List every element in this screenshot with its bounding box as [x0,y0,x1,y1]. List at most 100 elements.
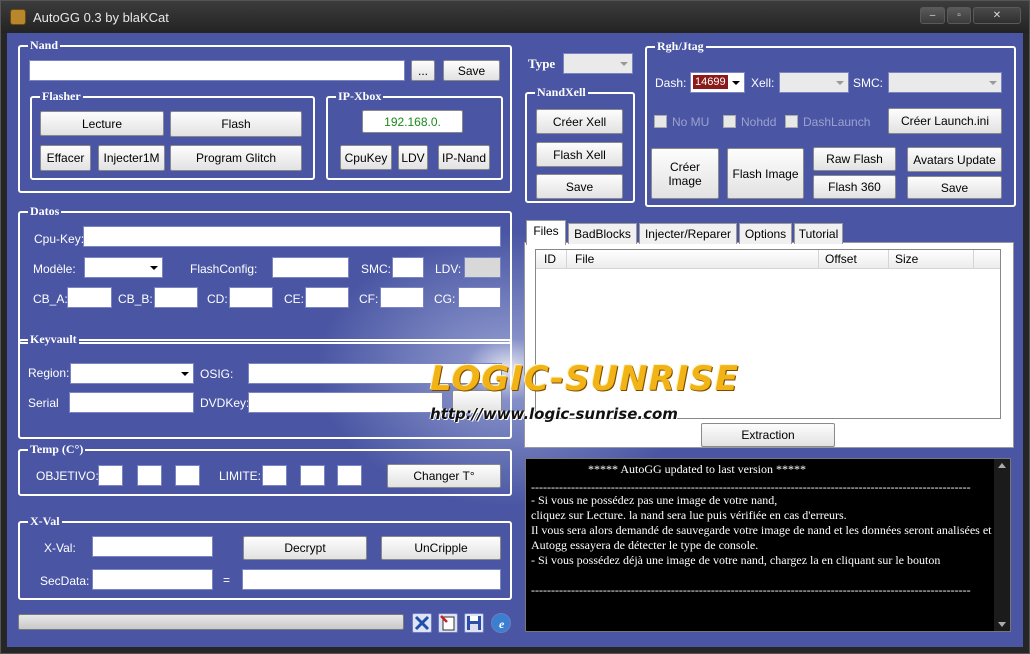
log-console[interactable]: ***** AutoGG updated to last version ***… [525,458,1011,632]
extraction-button[interactable]: Extraction [701,423,835,447]
osig-label: OSIG: [200,367,234,381]
nand-path-input[interactable] [29,60,405,81]
cba-field[interactable] [67,287,112,308]
objetivo-field-3[interactable] [175,465,200,486]
tab-injecter-reparer[interactable]: Injecter/Reparer [639,223,737,244]
console-line: Autogg essayera de détecter le type de c… [531,538,759,552]
chevron-down-icon [989,81,997,85]
xval-legend: X-Val [28,514,62,528]
nandxell-save-button[interactable]: Save [536,174,623,199]
xell-select[interactable] [779,72,849,93]
console-scrollbar[interactable] [994,459,1010,631]
column-id[interactable]: ID [538,250,567,269]
erase-icon[interactable] [438,613,458,633]
minimize-button[interactable]: – [920,7,945,24]
creer-xell-button[interactable]: Créer Xell [536,109,623,134]
progress-bar [18,614,404,630]
creer-image-button[interactable]: Créer Image [651,148,719,199]
xval-field[interactable] [92,536,213,557]
creer-launch-button[interactable]: Créer Launch.ini [888,108,1002,134]
lecture-button[interactable]: Lecture [40,111,164,136]
column-size[interactable]: Size [889,250,974,269]
dash-label: Dash: [655,76,687,90]
decrypt-button[interactable]: Decrypt [243,536,367,560]
maximize-button[interactable]: ▫ [947,7,971,24]
uncripple-button[interactable]: UnCripple [381,536,501,560]
dashlaunch-checkbox[interactable] [785,115,798,128]
tools-icon[interactable] [412,613,432,633]
scroll-up-icon[interactable] [998,463,1006,468]
cbb-field[interactable] [154,287,198,308]
scroll-down-icon[interactable] [998,622,1006,627]
tab-options[interactable]: Options [739,223,792,244]
close-button[interactable]: ✕ [973,7,1021,24]
info-icon[interactable]: e [491,613,511,633]
flash-image-button[interactable]: Flash Image [727,148,804,199]
watermark-url: http://www.logic-sunrise.com [430,405,678,423]
ce-field[interactable] [305,287,349,308]
tab-files[interactable]: Files [526,220,566,245]
avatars-update-button[interactable]: Avatars Update [907,147,1002,172]
injecter1m-button[interactable]: Injecter1M [98,145,165,171]
flasher-legend: Flasher [40,89,83,103]
dash-select[interactable]: 14699 [690,72,745,93]
limite-field-2[interactable] [300,465,325,486]
region-select[interactable] [70,363,194,384]
cg-field[interactable] [458,287,501,308]
cpukey-button[interactable]: CpuKey [340,145,392,170]
console-line: - Si vous ne possédez pas une image de v… [531,493,778,507]
dashlaunch-label: DashLaunch [803,115,871,129]
program-glitch-button[interactable]: Program Glitch [170,145,302,171]
ipnand-button[interactable]: IP-Nand [438,145,490,170]
ip-address-field[interactable]: 192.168.0. [362,110,463,133]
nomu-checkbox[interactable] [654,115,667,128]
raw-flash-button[interactable]: Raw Flash [813,147,896,171]
secdata-field[interactable] [92,569,213,590]
xell-label: Xell: [751,76,775,90]
cd-field[interactable] [229,287,273,308]
cd-label: CD: [207,292,228,306]
datos-ldv-label: LDV: [435,262,462,276]
nohdd-checkbox[interactable] [723,115,736,128]
disk-icon[interactable] [464,613,484,633]
type-select[interactable] [563,53,633,74]
tab-badblocks[interactable]: BadBlocks [568,223,637,244]
column-file[interactable]: File [569,250,819,269]
smc-select[interactable] [888,72,1002,93]
secdata-result-field[interactable] [242,569,501,590]
dvdkey-field[interactable] [248,392,443,413]
flash-xell-button[interactable]: Flash Xell [536,142,623,167]
rgh-save-button[interactable]: Save [907,176,1002,199]
nand-legend: Nand [28,38,61,52]
cf-field[interactable] [380,287,424,308]
nandxell-legend: NandXell [535,85,588,99]
datos-legend: Datos [28,204,62,218]
watermark-logo: LOGIC-SUNRISE http://www.logic-sunrise.c… [430,359,738,423]
flash-button[interactable]: Flash [170,111,302,137]
datos-smc-field[interactable] [392,257,424,278]
client-area: Nand ... Save Flasher Lecture Flash Effa… [7,33,1023,647]
limite-field-1[interactable] [262,465,287,486]
modele-select[interactable] [84,257,163,278]
equals-label: = [223,573,231,587]
column-offset[interactable]: Offset [819,250,889,269]
flashconfig-field[interactable] [272,257,349,278]
keyvault-legend: Keyvault [28,332,79,346]
watermark-title: LOGIC-SUNRISE [430,359,740,399]
limite-field-3[interactable] [337,465,362,486]
nand-save-button[interactable]: Save [443,60,500,81]
title-bar[interactable]: AutoGG 0.3 by blaKCat – ▫ ✕ [1,1,1029,33]
cpukey-field[interactable] [83,226,501,247]
ldv-button[interactable]: LDV [398,145,428,170]
objetivo-field-2[interactable] [137,465,162,486]
datos-ldv-field[interactable] [464,257,501,278]
changer-temp-button[interactable]: Changer T° [387,464,501,488]
objetivo-field-1[interactable] [98,465,123,486]
chevron-down-icon [836,81,844,85]
tab-tutorial[interactable]: Tutorial [794,223,843,244]
effacer-button[interactable]: Effacer [40,145,91,171]
flash360-button[interactable]: Flash 360 [813,175,896,199]
serial-field[interactable] [69,392,194,413]
browse-button[interactable]: ... [411,60,435,81]
svg-text:e: e [499,617,505,631]
